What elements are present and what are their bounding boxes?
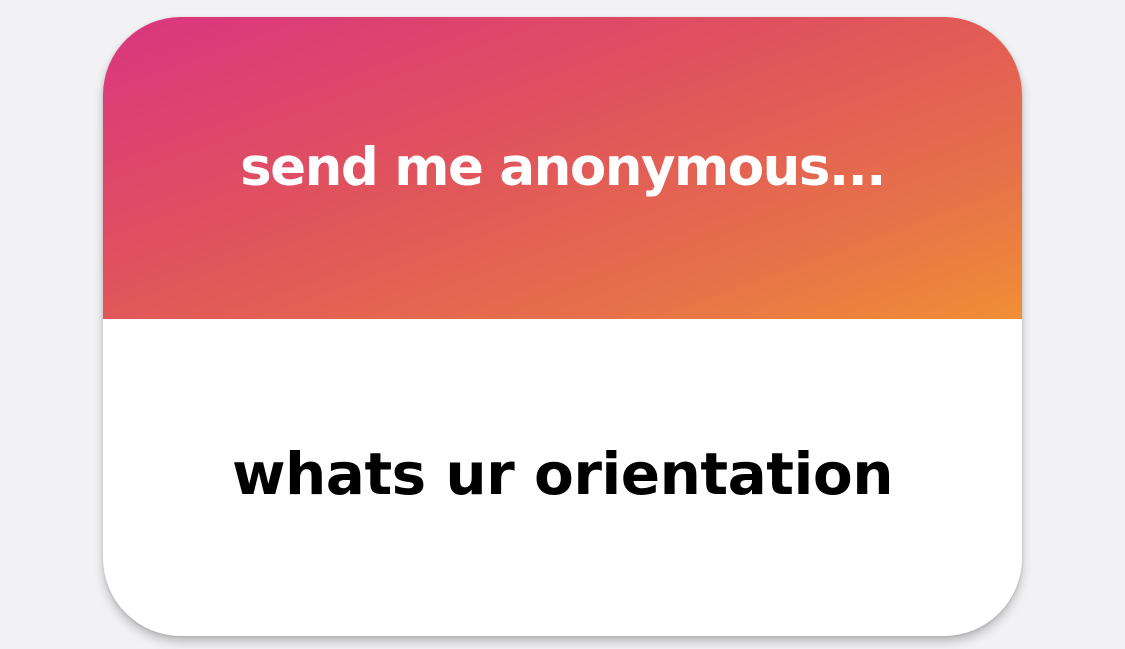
question-prompt-text: send me anonymous... [240,136,886,198]
screen: send me anonymous... whats ur orientatio… [0,0,1125,649]
question-response-text: whats ur orientation [231,439,894,508]
question-sticker-card[interactable]: send me anonymous... whats ur orientatio… [103,17,1022,636]
question-response-body: whats ur orientation [103,319,1022,636]
question-prompt-header: send me anonymous... [103,17,1022,319]
